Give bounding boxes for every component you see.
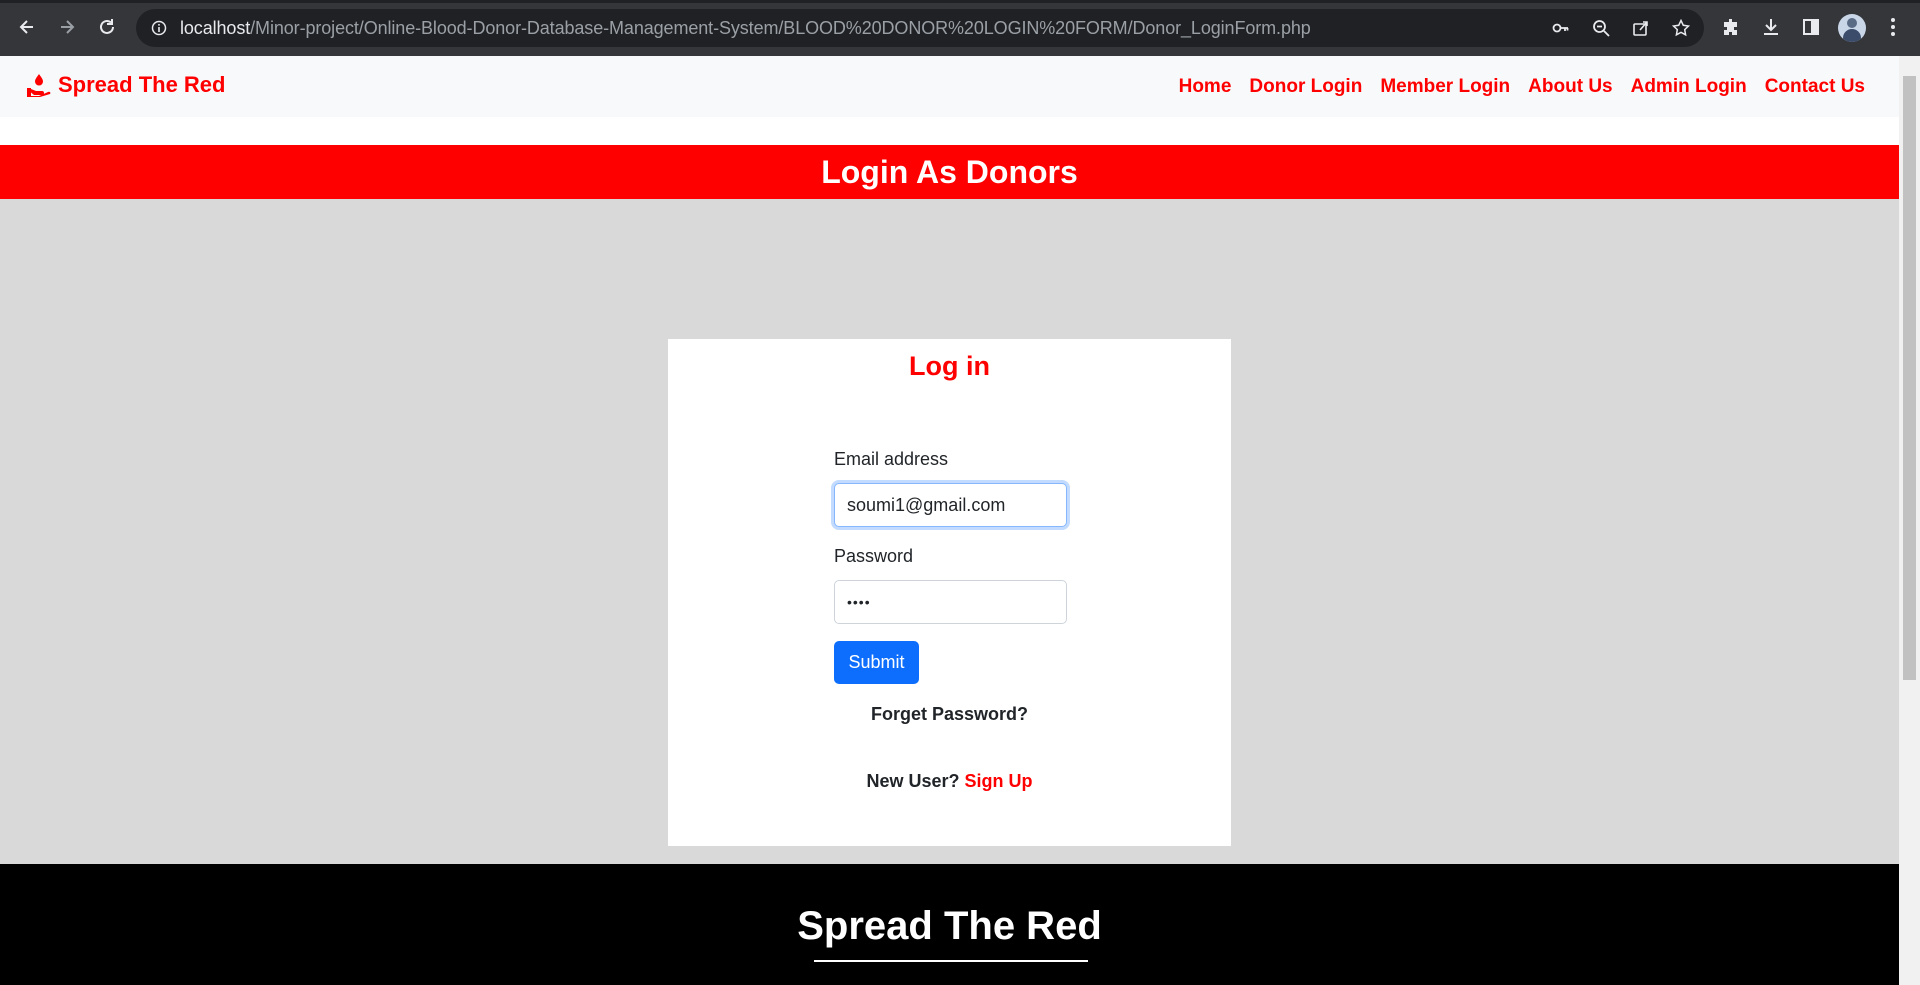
nav-admin-login[interactable]: Admin Login (1631, 76, 1747, 98)
main-section: Log in Email address soumi1@gmail.com Pa… (0, 199, 1899, 864)
submit-button[interactable]: Submit (834, 641, 919, 684)
tab-strip (0, 0, 1920, 3)
hand-drop-icon (26, 72, 52, 98)
url-text: localhost/Minor-project/Online-Blood-Don… (180, 17, 1311, 38)
password-value: •••• (847, 594, 871, 610)
navbar: Spread The Red Home Donor Login Member L… (0, 56, 1899, 117)
page-scrollbar[interactable] (1899, 56, 1920, 985)
nav-contact-us[interactable]: Contact Us (1765, 76, 1865, 98)
profile-avatar[interactable] (1838, 14, 1866, 42)
sign-up-link[interactable]: Sign Up (965, 771, 1033, 791)
page-viewport: Spread The Red Home Donor Login Member L… (0, 56, 1899, 985)
reload-icon[interactable] (92, 12, 122, 42)
share-icon[interactable] (1632, 19, 1650, 37)
forward-icon[interactable] (52, 12, 82, 42)
password-label: Password (834, 546, 914, 566)
page-banner: Login As Donors (0, 145, 1899, 199)
site-info-icon[interactable] (150, 19, 168, 37)
brand-link[interactable]: Spread The Red (26, 72, 225, 98)
nav-home[interactable]: Home (1179, 76, 1232, 98)
nav-member-login[interactable]: Member Login (1380, 76, 1510, 98)
email-value: soumi1@gmail.com (847, 494, 1006, 515)
page-title: Login As Donors (821, 153, 1078, 190)
footer-title: Spread The Red (797, 904, 1102, 948)
nav-links: Home Donor Login Member Login About Us A… (1161, 56, 1865, 117)
address-bar[interactable]: localhost/Minor-project/Online-Blood-Don… (136, 9, 1704, 47)
key-icon[interactable] (1552, 19, 1570, 37)
login-card: Log in Email address soumi1@gmail.com Pa… (668, 339, 1231, 846)
password-field[interactable]: •••• (834, 580, 1067, 624)
scrollbar-thumb[interactable] (1903, 76, 1916, 680)
brand-text: Spread The Red (58, 72, 226, 97)
forgot-password-link[interactable]: Forget Password? (668, 704, 1231, 725)
footer: Spread The Red (0, 864, 1899, 985)
nav-donor-login[interactable]: Donor Login (1249, 76, 1362, 98)
new-user-text: New User? (866, 771, 960, 791)
login-title: Log in (909, 351, 990, 381)
back-icon[interactable] (12, 12, 42, 42)
browser-toolbar: localhost/Minor-project/Online-Blood-Don… (0, 0, 1920, 56)
zoom-out-icon[interactable] (1592, 19, 1610, 37)
nav-about-us[interactable]: About Us (1528, 76, 1612, 98)
menu-kebab-icon[interactable] (1880, 14, 1906, 40)
new-user-line: New User? Sign Up (668, 771, 1231, 792)
email-field[interactable]: soumi1@gmail.com (834, 483, 1067, 527)
extensions-icon[interactable] (1718, 14, 1744, 40)
footer-title-underline (814, 960, 1088, 962)
bookmark-star-icon[interactable] (1672, 19, 1690, 37)
side-panel-icon[interactable] (1798, 14, 1824, 40)
download-icon[interactable] (1758, 14, 1784, 40)
email-label: Email address (834, 449, 949, 469)
